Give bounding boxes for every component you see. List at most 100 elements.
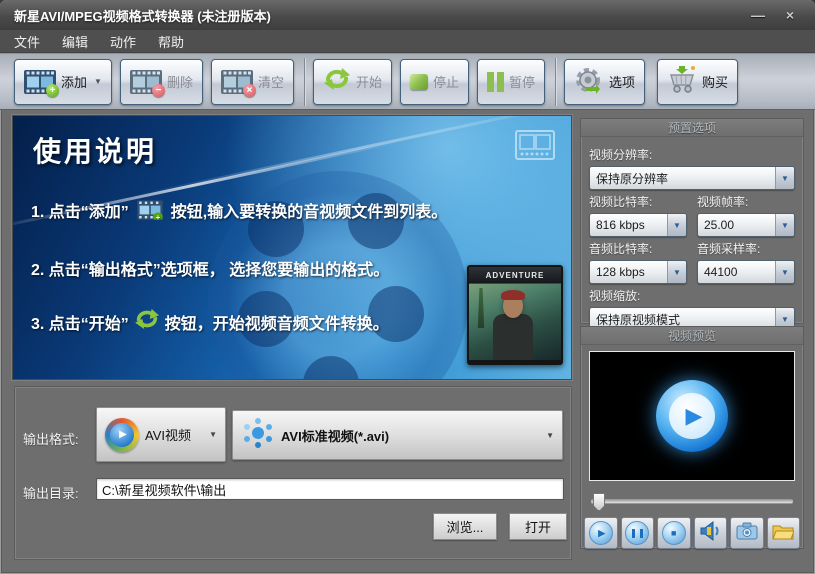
minimize-button[interactable]: — (747, 7, 769, 23)
pause-button[interactable]: 暂停 (477, 59, 545, 105)
window-controls: — × (747, 7, 815, 23)
film-clear-icon: × (221, 70, 253, 94)
video-bitrate-value: 816 kbps (590, 218, 667, 232)
chevron-down-icon: ▼ (546, 431, 554, 440)
instruction-line-1-text: 1. 点击“添加” (31, 198, 129, 222)
film-add-icon: + (137, 200, 163, 219)
video-framerate-select[interactable]: 25.00 ▼ (697, 213, 795, 237)
snapshot-button[interactable] (730, 517, 764, 549)
instruction-line-3-text: 3. 点击“开始” (31, 310, 129, 334)
video-preview-header: 视频预览 (581, 327, 803, 345)
video-scale-label: 视频缩放: (589, 287, 795, 304)
options-button[interactable]: 选项 (564, 59, 645, 105)
video-framerate-label: 视频帧率: (697, 193, 795, 210)
video-preview-group: 视频预览 ▶ ▶ ■ (580, 326, 804, 549)
stop-button-label: 停止 (433, 72, 459, 91)
media-player-icon: ▶ (105, 418, 139, 452)
preset-options-group: 预置选项 视频分辨率: 保持原分辨率 ▼ 视频比特率: 视频帧率: 816 kb… (580, 118, 804, 324)
play-icon: ▶ (589, 521, 613, 545)
delete-button[interactable]: − 删除 (120, 59, 203, 105)
stop-button[interactable]: 停止 (400, 59, 469, 105)
menu-edit[interactable]: 编辑 (62, 32, 88, 51)
seek-track[interactable] (591, 499, 793, 503)
pause-button-label: 暂停 (509, 72, 535, 91)
output-dir-label: 输出目录: (23, 483, 79, 502)
preview-screen: ▶ (589, 351, 795, 481)
minus-badge-icon: − (152, 84, 165, 97)
app-window: 新星AVI/MPEG视频格式转换器 (未注册版本) — × 文件 编辑 动作 帮… (0, 0, 815, 574)
instruction-panel: 使用说明 1. 点击“添加” + 按钮,输入要转换的音视频文件到列表。 (12, 115, 572, 380)
add-dropdown-arrow-icon[interactable]: ▼ (94, 77, 102, 86)
start-button-label: 开始 (356, 72, 382, 91)
menu-help[interactable]: 帮助 (158, 32, 184, 51)
seek-slider[interactable] (591, 493, 793, 509)
instructions-title: 使用说明 (33, 130, 157, 170)
chevron-down-icon[interactable]: ▼ (667, 214, 686, 236)
cart-icon (667, 65, 697, 98)
browse-button[interactable]: 浏览... (433, 513, 497, 540)
media-controls: ▶ ■ (581, 509, 803, 549)
svg-text:+: + (155, 213, 160, 220)
pause-bars-icon (487, 72, 504, 92)
gear-icon (574, 67, 604, 97)
chevron-down-icon[interactable]: ▼ (775, 214, 794, 236)
clear-button-label: 清空 (258, 72, 284, 91)
preview-pause-button[interactable] (621, 517, 655, 549)
chevron-down-icon[interactable]: ▼ (775, 261, 794, 283)
seek-thumb[interactable] (593, 493, 605, 511)
menu-file[interactable]: 文件 (14, 32, 40, 51)
video-resolution-label: 视频分辨率: (589, 146, 795, 163)
avi-profile-icon (241, 416, 275, 455)
chevron-down-icon: ▼ (209, 430, 217, 439)
video-resolution-select[interactable]: 保持原分辨率 ▼ (589, 166, 795, 190)
delete-button-label: 删除 (167, 72, 193, 91)
video-scale-value: 保持原视频模式 (590, 311, 775, 328)
movie-poster: ADVENTURE (467, 265, 563, 365)
menu-bar: 文件 编辑 动作 帮助 (0, 30, 815, 53)
toolbar-separator (555, 58, 556, 106)
close-button[interactable]: × (779, 7, 801, 23)
chevron-down-icon[interactable]: ▼ (775, 167, 794, 189)
toolbar-separator (304, 58, 305, 106)
output-profile-select[interactable]: AVI标准视频(*.avi) ▼ (232, 410, 563, 460)
output-profile-value: AVI标准视频(*.avi) (281, 426, 389, 445)
menu-action[interactable]: 动作 (110, 32, 136, 51)
output-settings-group: 输出格式: ▶ AVI视频 ▼ AVI标准视频(*.avi) ▼ 输出目录: 浏… (14, 386, 572, 560)
output-format-label: 输出格式: (23, 429, 79, 448)
poster-image (469, 284, 561, 360)
buy-button-label: 购买 (702, 72, 728, 91)
instruction-line-3-text: 按钮，开始视频音频文件转换。 (165, 310, 389, 334)
video-framerate-value: 25.00 (698, 218, 775, 232)
clear-button[interactable]: × 清空 (211, 59, 294, 105)
instruction-line-2-text: 2. 点击“输出格式”选项框， 选择您要输出的格式。 (31, 256, 389, 280)
output-format-select[interactable]: ▶ AVI视频 ▼ (96, 407, 226, 462)
audio-samplerate-value: 44100 (698, 265, 775, 279)
audio-samplerate-label: 音频采样率: (697, 240, 795, 257)
stop-icon: ■ (662, 521, 686, 545)
open-button[interactable]: 打开 (509, 513, 567, 540)
video-bitrate-label: 视频比特率: (589, 193, 687, 210)
chevron-down-icon[interactable]: ▼ (667, 261, 686, 283)
instruction-line-1-text: 按钮,输入要转换的音视频文件到列表。 (171, 198, 447, 222)
instruction-line-1: 1. 点击“添加” + 按钮,输入要转换的音视频文件到列表。 (31, 198, 447, 222)
convert-arrows-icon (323, 67, 351, 96)
audio-bitrate-label: 音频比特率: (589, 240, 687, 257)
video-resolution-value: 保持原分辨率 (590, 170, 775, 187)
instruction-line-3: 3. 点击“开始” 按钮，开始视频音频文件转换。 (31, 308, 389, 335)
audio-samplerate-select[interactable]: 44100 ▼ (697, 260, 795, 284)
preview-play-icon[interactable]: ▶ (656, 380, 728, 452)
start-button[interactable]: 开始 (313, 59, 392, 105)
audio-bitrate-select[interactable]: 128 kbps ▼ (589, 260, 687, 284)
preset-options-header: 预置选项 (581, 119, 803, 137)
plus-badge-icon: + (46, 84, 59, 97)
preview-play-button[interactable]: ▶ (584, 517, 618, 549)
add-button[interactable]: + 添加 ▼ (14, 59, 112, 105)
volume-button[interactable] (694, 517, 728, 549)
video-bitrate-select[interactable]: 816 kbps ▼ (589, 213, 687, 237)
buy-button[interactable]: 购买 (657, 59, 738, 105)
output-dir-input[interactable] (96, 478, 564, 500)
window-title: 新星AVI/MPEG视频格式转换器 (未注册版本) (0, 6, 271, 25)
open-folder-button[interactable] (767, 517, 801, 549)
preview-stop-button[interactable]: ■ (657, 517, 691, 549)
camera-icon (736, 522, 758, 545)
